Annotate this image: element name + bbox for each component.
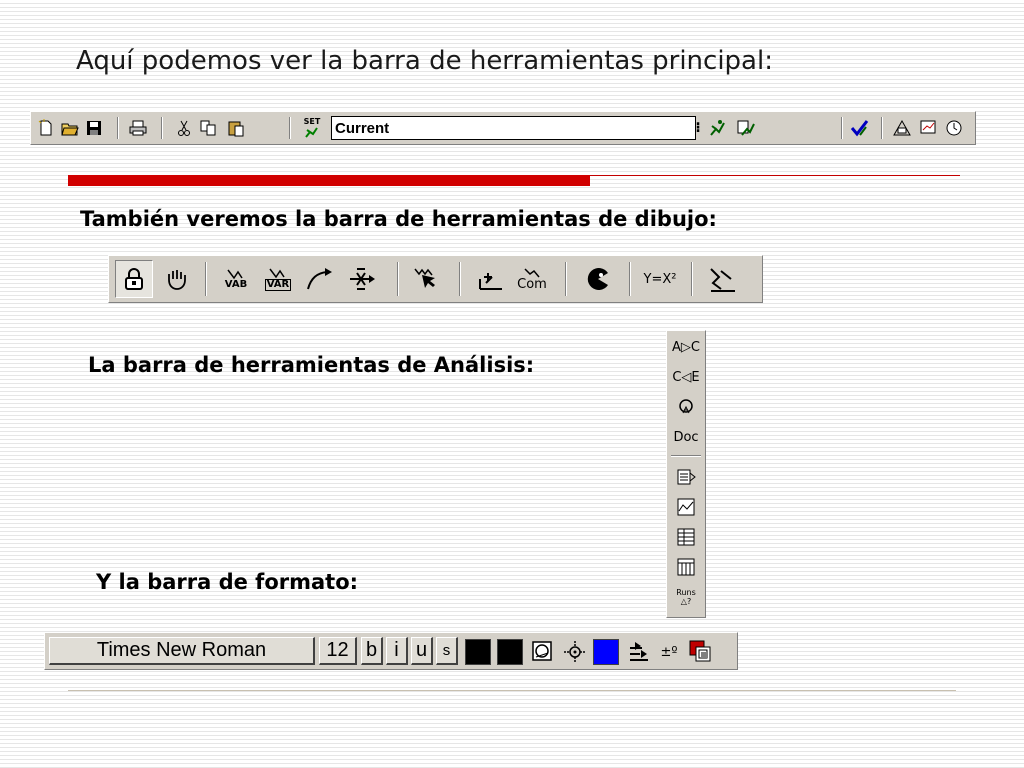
shape-style-icon[interactable] (529, 639, 557, 665)
separator (117, 117, 119, 139)
var-label: VAR (264, 279, 292, 291)
format-toolbar: Times New Roman 12 b i u s ±º (44, 632, 738, 670)
check-icon[interactable] (849, 117, 871, 139)
separator (289, 117, 291, 139)
heading-main-toolbar: Aquí podemos ver la barra de herramienta… (76, 46, 773, 76)
bold-button[interactable]: b (361, 637, 383, 665)
number-format-icon[interactable]: ±º (655, 639, 683, 665)
com-label: Com (517, 276, 547, 292)
hand-icon[interactable] (157, 260, 195, 298)
causes-strip-icon[interactable] (671, 463, 701, 491)
run-icon[interactable] (707, 117, 729, 139)
cursor-var-icon[interactable] (407, 260, 445, 298)
heading-format-toolbar: Y la barra de formato: (96, 570, 359, 594)
separator (881, 117, 883, 139)
separator (691, 262, 693, 296)
separator (671, 455, 701, 457)
drawing-toolbar: VAB VAR Com Y=X² (108, 255, 763, 303)
heading-analysis-toolbar: La barra de herramientas de Análisis: (88, 353, 535, 377)
options-dots-icon[interactable]: ⁝ (693, 117, 703, 139)
apply-style-icon[interactable] (687, 639, 715, 665)
runs-compare-glyph: △? (680, 597, 692, 606)
font-color-swatch[interactable] (465, 639, 491, 665)
main-toolbar: SET ⁝ (30, 111, 976, 145)
run-all-icon[interactable] (735, 117, 757, 139)
equation-label: Y=X² (643, 271, 677, 287)
graph-icon[interactable] (671, 493, 701, 521)
arrow-style-icon[interactable] (561, 639, 589, 665)
bottom-divider (68, 690, 956, 691)
new-document-icon[interactable] (35, 117, 57, 139)
lock-icon[interactable] (115, 260, 153, 298)
open-folder-icon[interactable] (59, 117, 81, 139)
var-box-icon[interactable]: VAR (259, 260, 297, 298)
save-disk-icon[interactable] (83, 117, 105, 139)
font-name-select[interactable]: Times New Roman (49, 637, 315, 665)
line-color-swatch[interactable] (497, 639, 523, 665)
table-icon[interactable] (671, 523, 701, 551)
causes-tree-label: A▷C (672, 339, 700, 355)
separator (397, 262, 399, 296)
heading-drawing-toolbar: También veremos la barra de herramientas… (80, 207, 717, 231)
pie-icon[interactable] (579, 260, 617, 298)
current-run-name-input[interactable] (331, 116, 696, 140)
uses-tree-label: C◁E (672, 369, 700, 385)
thin-divider (590, 175, 960, 176)
sketch-icon[interactable] (703, 260, 741, 298)
flow-valve-icon[interactable] (343, 260, 381, 298)
doc-label: Doc (673, 429, 699, 445)
underline-button[interactable]: u (411, 637, 433, 665)
print-icon[interactable] (127, 117, 149, 139)
input-output-icon[interactable] (471, 260, 509, 298)
var-flow-icon[interactable]: VAB (217, 260, 255, 298)
separator (841, 117, 843, 139)
separator (459, 262, 461, 296)
graph-icon[interactable] (917, 117, 939, 139)
clock-icon[interactable] (943, 117, 965, 139)
red-divider (68, 175, 590, 186)
comment-icon[interactable]: Com (513, 260, 551, 298)
separator (205, 262, 207, 296)
connector-arrow-icon[interactable] (301, 260, 339, 298)
runs-compare-icon[interactable]: Runs △? (671, 583, 701, 611)
document-icon[interactable]: Doc (671, 423, 701, 451)
strike-button[interactable]: s (436, 637, 458, 665)
text-position-icon[interactable] (625, 639, 653, 665)
fill-color-swatch[interactable] (593, 639, 619, 665)
table-time-down-icon[interactable] (671, 553, 701, 581)
set-runner-icon[interactable]: SET (301, 117, 323, 139)
font-size-select[interactable]: 12 (319, 637, 357, 665)
uses-tree-icon[interactable]: C◁E (671, 363, 701, 391)
copy-icon[interactable] (197, 117, 219, 139)
equation-icon[interactable]: Y=X² (641, 260, 679, 298)
loops-icon[interactable] (671, 393, 701, 421)
set-label: SET (303, 117, 321, 126)
separator (565, 262, 567, 296)
italic-button[interactable]: i (386, 637, 408, 665)
number-format-glyph: ±º (660, 644, 678, 660)
analysis-toolbar: A▷C C◁E Doc Runs △? (666, 330, 706, 618)
vab-label: VAB (224, 279, 248, 290)
separator (629, 262, 631, 296)
paste-icon[interactable] (225, 117, 247, 139)
runs-label: Runs (676, 588, 696, 597)
browse-network-icon[interactable] (891, 117, 913, 139)
separator (161, 117, 163, 139)
causes-tree-icon[interactable]: A▷C (671, 333, 701, 361)
cut-icon[interactable] (173, 117, 195, 139)
